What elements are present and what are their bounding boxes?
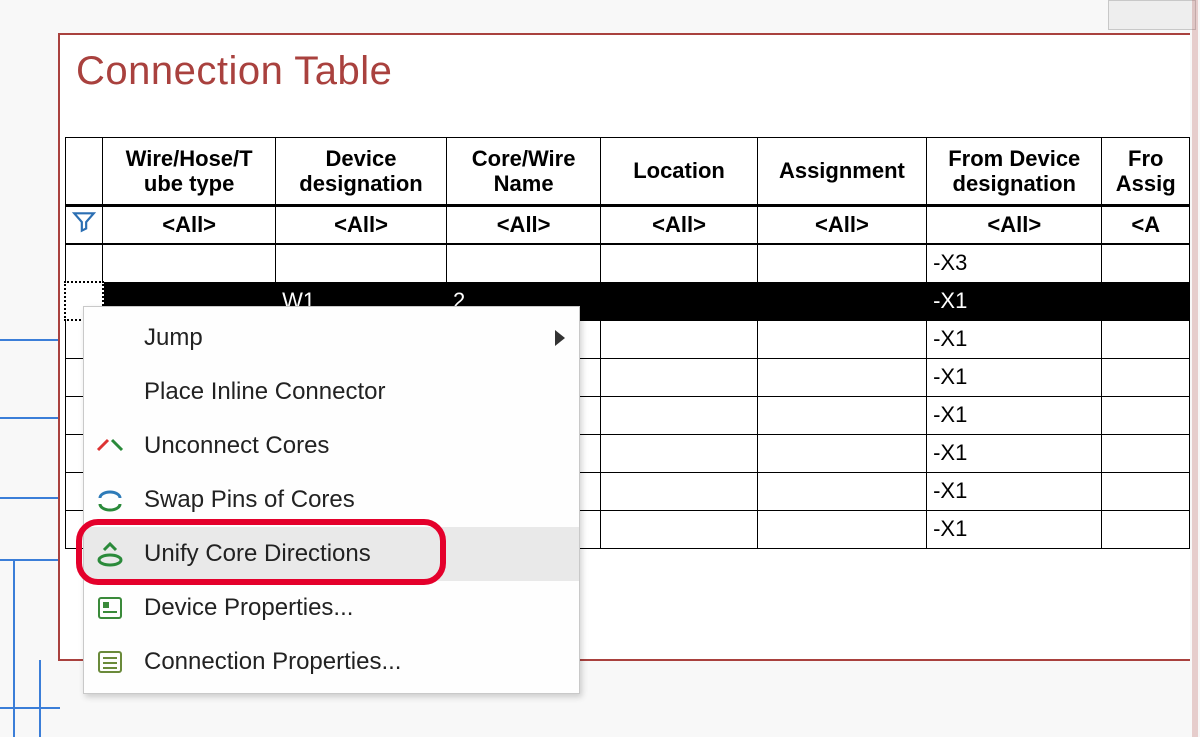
context-menu[interactable]: Jump Place Inline Connector Unconnect Co… xyxy=(83,306,580,694)
cell-from-device[interactable]: -X1 xyxy=(927,282,1102,320)
col-header-text: Name xyxy=(451,171,596,196)
cell-location[interactable] xyxy=(601,244,757,282)
cell-assignment[interactable] xyxy=(757,434,926,472)
blank-icon xyxy=(94,322,126,354)
menu-item-unify-core-directions[interactable]: Unify Core Directions xyxy=(84,527,579,581)
filter-cell[interactable]: <All> xyxy=(276,206,447,245)
menu-item-label: Unify Core Directions xyxy=(144,540,565,568)
menu-item-label: Jump xyxy=(144,324,537,352)
filter-cell[interactable]: <All> xyxy=(927,206,1102,245)
right-edge-border xyxy=(1192,0,1198,737)
menu-item-swap-pins[interactable]: Swap Pins of Cores xyxy=(84,473,579,527)
cell-assignment[interactable] xyxy=(757,472,926,510)
cell-from-assignment[interactable] xyxy=(1102,244,1190,282)
table-corner-cell xyxy=(65,138,103,206)
col-header-text: ube type xyxy=(107,171,271,196)
cell-assignment[interactable] xyxy=(757,244,926,282)
cell-location[interactable] xyxy=(601,434,757,472)
menu-item-place-inline-connector[interactable]: Place Inline Connector xyxy=(84,365,579,419)
col-header-device-designation[interactable]: Device designation xyxy=(276,138,447,206)
filter-icon-cell[interactable] xyxy=(65,206,103,245)
col-header-wire-type[interactable]: Wire/Hose/T ube type xyxy=(103,138,276,206)
cell-assignment[interactable] xyxy=(757,358,926,396)
filter-cell[interactable]: <All> xyxy=(601,206,757,245)
col-header-text: Assignment xyxy=(762,158,922,183)
cell-from-assignment[interactable] xyxy=(1102,396,1190,434)
cell-from-device[interactable]: -X1 xyxy=(927,510,1102,548)
filter-cell[interactable]: <A xyxy=(1102,206,1190,245)
submenu-arrow-icon xyxy=(555,330,565,346)
swap-pins-icon xyxy=(94,484,126,516)
col-header-assignment[interactable]: Assignment xyxy=(757,138,926,206)
blank-icon xyxy=(94,376,126,408)
unconnect-cores-icon xyxy=(94,430,126,462)
menu-item-label: Unconnect Cores xyxy=(144,432,565,460)
cell-assignment[interactable] xyxy=(757,320,926,358)
cell-from-assignment[interactable] xyxy=(1102,358,1190,396)
cell-from-assignment[interactable] xyxy=(1102,320,1190,358)
col-header-text: Location xyxy=(605,158,752,183)
table-filter-row: <All> <All> <All> <All> <All> <All> <A xyxy=(65,206,1190,245)
cell-from-device[interactable]: -X1 xyxy=(927,358,1102,396)
cell-from-assignment[interactable] xyxy=(1102,510,1190,548)
filter-cell[interactable]: <All> xyxy=(446,206,600,245)
col-header-core-wire-name[interactable]: Core/Wire Name xyxy=(446,138,600,206)
menu-item-unconnect-cores[interactable]: Unconnect Cores xyxy=(84,419,579,473)
col-header-text: Core/Wire xyxy=(451,146,596,171)
menu-item-device-properties[interactable]: Device Properties... xyxy=(84,581,579,635)
cell-from-device[interactable]: -X1 xyxy=(927,434,1102,472)
cell-location[interactable] xyxy=(601,396,757,434)
unify-directions-icon xyxy=(94,538,126,570)
cell-device-designation[interactable] xyxy=(276,244,447,282)
cell-from-assignment[interactable] xyxy=(1102,282,1190,320)
cell-location[interactable] xyxy=(601,472,757,510)
device-properties-icon xyxy=(94,592,126,624)
cell-from-device[interactable]: -X1 xyxy=(927,320,1102,358)
cell-wire-type[interactable] xyxy=(103,244,276,282)
cell-from-device[interactable]: -X1 xyxy=(927,396,1102,434)
connection-properties-icon xyxy=(94,646,126,678)
col-header-location[interactable]: Location xyxy=(601,138,757,206)
table-row[interactable]: -X3 xyxy=(65,244,1190,282)
cell-from-assignment[interactable] xyxy=(1102,434,1190,472)
menu-item-label: Device Properties... xyxy=(144,594,565,622)
filter-cell[interactable]: <All> xyxy=(757,206,926,245)
cell-from-assignment[interactable] xyxy=(1102,472,1190,510)
col-header-text: Assig xyxy=(1106,171,1185,196)
cell-location[interactable] xyxy=(601,510,757,548)
funnel-icon xyxy=(71,209,97,235)
cell-core-wire-name[interactable] xyxy=(446,244,600,282)
filter-cell[interactable]: <All> xyxy=(103,206,276,245)
panel-title: Connection Table xyxy=(76,49,392,94)
col-header-from-device-designation[interactable]: From Device designation xyxy=(927,138,1102,206)
table-header-row: Wire/Hose/T ube type Device designation … xyxy=(65,138,1190,206)
menu-item-connection-properties[interactable]: Connection Properties... xyxy=(84,635,579,689)
background-toolbar-fragment xyxy=(1108,0,1196,30)
col-header-text: Wire/Hose/T xyxy=(107,146,271,171)
cell-location[interactable] xyxy=(601,282,757,320)
col-header-text: Fro xyxy=(1106,146,1185,171)
menu-item-label: Swap Pins of Cores xyxy=(144,486,565,514)
menu-item-label: Place Inline Connector xyxy=(144,378,565,406)
cell-location[interactable] xyxy=(601,320,757,358)
cell-location[interactable] xyxy=(601,358,757,396)
col-header-text: designation xyxy=(280,171,442,196)
menu-item-label: Connection Properties... xyxy=(144,648,565,676)
menu-item-jump[interactable]: Jump xyxy=(84,311,579,365)
col-header-text: Device xyxy=(280,146,442,171)
col-header-text: From Device xyxy=(931,146,1097,171)
cell-from-device[interactable]: -X1 xyxy=(927,472,1102,510)
cell-assignment[interactable] xyxy=(757,396,926,434)
col-header-text: designation xyxy=(931,171,1097,196)
cell-assignment[interactable] xyxy=(757,282,926,320)
cell-from-device[interactable]: -X3 xyxy=(927,244,1102,282)
col-header-from-assignment-cut[interactable]: Fro Assig xyxy=(1102,138,1190,206)
row-header[interactable] xyxy=(65,244,103,282)
cell-assignment[interactable] xyxy=(757,510,926,548)
